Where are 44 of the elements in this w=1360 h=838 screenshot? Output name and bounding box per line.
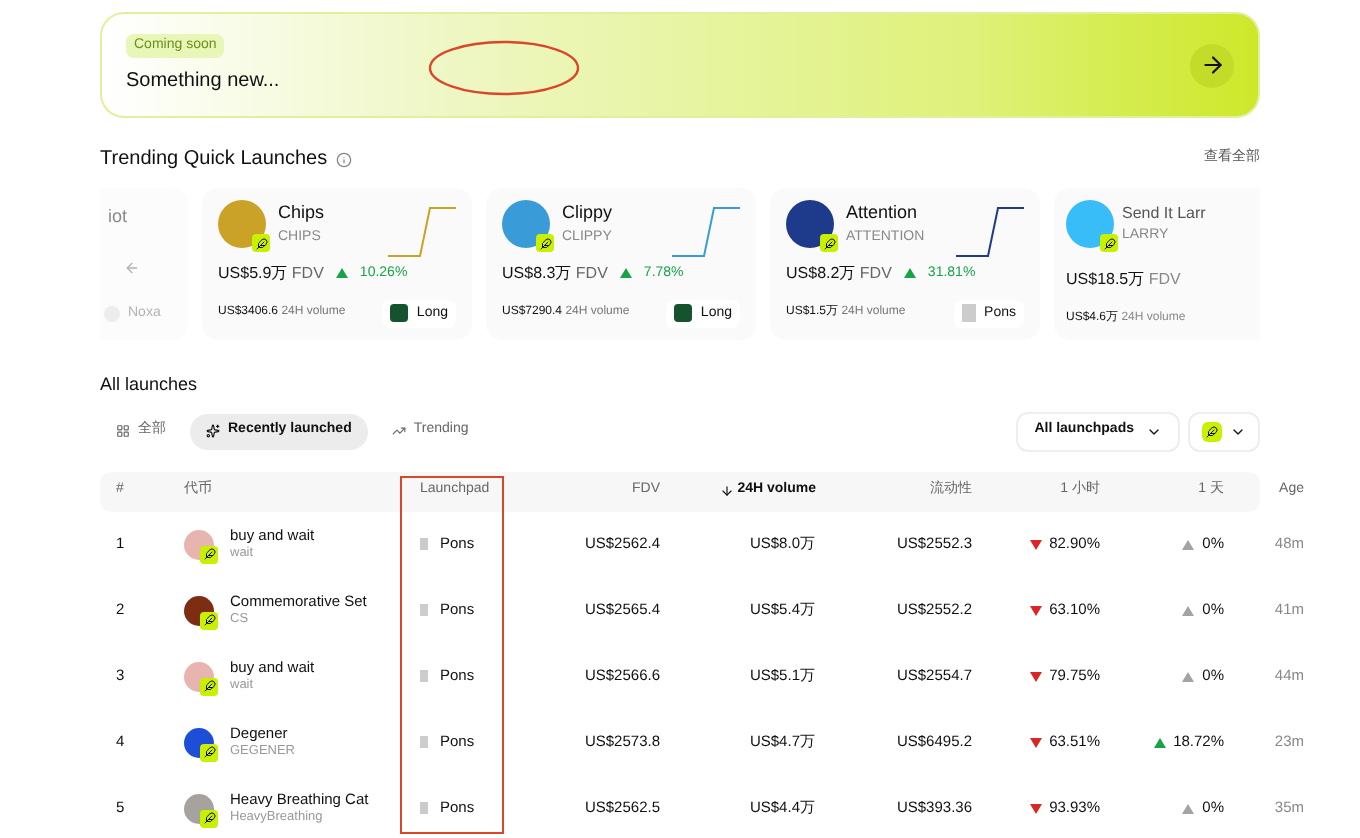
sparkline-drawing [672, 204, 740, 260]
launchpad-icon [420, 604, 428, 616]
launchpad-badge-icon [200, 677, 218, 695]
sparkline-drawing [388, 204, 456, 260]
launchpad-badge-icon [200, 611, 218, 629]
feather-icon [1202, 421, 1222, 441]
up-triangle-icon [903, 268, 916, 279]
grid-icon [116, 424, 130, 438]
launchpad-badge-icon [1100, 234, 1118, 252]
fdv-value: US$18.5万 FDV [1066, 267, 1183, 291]
sparkle-icon [206, 424, 220, 438]
trend-line-icon [391, 424, 406, 438]
launchpad-badge-icon [200, 743, 218, 761]
section-title: All launches [100, 372, 200, 398]
launchpad-icon [390, 304, 409, 323]
launchpad-badge-icon [536, 234, 554, 252]
info-icon [335, 151, 352, 167]
launchpad-badge-icon [200, 545, 218, 563]
launchpad-badge-icon [200, 809, 218, 827]
sparkline-drawing [956, 204, 1024, 260]
section-title: Trending Quick Launches [100, 146, 328, 174]
up-triangle-icon [619, 268, 632, 279]
launchpad-icon [674, 304, 693, 323]
token-name: Clippy [562, 200, 613, 226]
launchpad-icon [420, 538, 428, 550]
fdv-value: US$5.9万 FDV [218, 261, 324, 286]
launchpad-badge-icon [252, 234, 270, 252]
token-name: Attention [846, 200, 920, 226]
token-name: Chips [278, 200, 325, 226]
launchpad-badge-icon [820, 234, 838, 252]
fdv-value: US$8.3万 FDV [502, 261, 608, 286]
banner-title: Something new... [126, 68, 280, 97]
launchpad-icon [420, 802, 428, 814]
launchpad-icon [420, 670, 428, 682]
fdv-value: US$8.2万 FDV [786, 261, 892, 286]
sort-down-icon [719, 484, 734, 498]
up-triangle-icon [335, 268, 348, 279]
launchpad-icon [420, 736, 428, 748]
arrow-right-icon [1199, 52, 1225, 78]
token-name: iot [106, 204, 130, 230]
arrow-button[interactable] [1190, 43, 1234, 87]
token-name: Send It Larr [1122, 201, 1206, 226]
launchpad-icon-dropdown[interactable] [1188, 411, 1260, 451]
launchpad-icon [962, 304, 977, 323]
